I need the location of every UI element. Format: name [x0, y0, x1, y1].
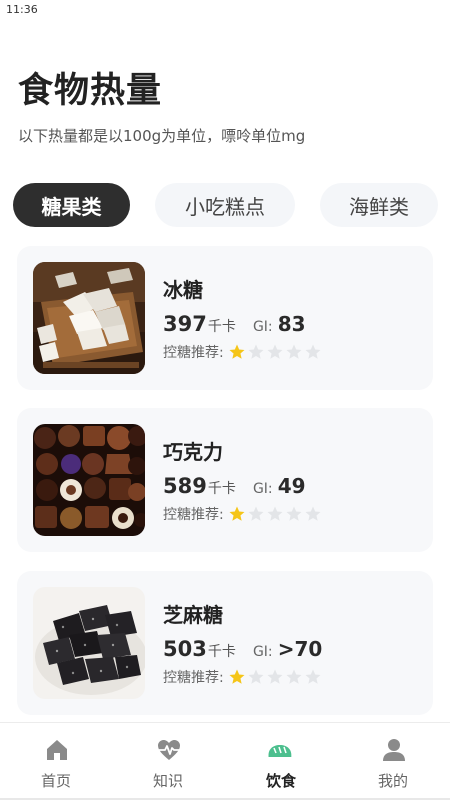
nav-item-home[interactable]: 首页 — [0, 723, 112, 800]
star-empty-icon — [286, 669, 302, 684]
sugar-control-rating: 控糖推荐: — [163, 342, 323, 362]
food-card-chocolate[interactable]: 巧克力 589千卡 GI: 49 控糖推荐: — [17, 408, 433, 552]
food-card-rock-sugar[interactable]: 冰糖 397千卡 GI: 83 控糖推荐: — [17, 246, 433, 390]
kcal-unit: 千卡 — [207, 319, 236, 335]
status-time: 11:36 — [6, 3, 38, 16]
star-empty-icon — [305, 669, 321, 684]
tab-candy[interactable]: 糖果类 — [13, 183, 130, 227]
star-filled-icon — [229, 669, 245, 684]
star-empty-icon — [286, 506, 302, 521]
kcal-unit: 千卡 — [207, 481, 236, 497]
star-empty-icon — [248, 669, 264, 684]
tab-seafood[interactable]: 海鲜类 — [320, 183, 438, 227]
star-empty-icon — [305, 344, 321, 359]
star-empty-icon — [267, 506, 283, 521]
food-name: 巧克力 — [163, 440, 223, 464]
gi-value: 49 — [277, 474, 306, 498]
food-stats: 503千卡 GI: >70 — [163, 637, 322, 663]
star-empty-icon — [248, 344, 264, 359]
kcal-unit: 千卡 — [207, 644, 236, 660]
gi-value: >70 — [277, 637, 323, 661]
bottom-nav: 首页 知识 饮食 我的 — [0, 722, 450, 800]
star-empty-icon — [267, 669, 283, 684]
nav-item-diet[interactable]: 饮食 — [225, 723, 337, 800]
screen: 11:36 食物热量 以下热量都是以100g为单位，嘌呤单位mg 糖果类 小吃糕… — [0, 0, 450, 800]
page-subtitle: 以下热量都是以100g为单位，嘌呤单位mg — [18, 127, 306, 145]
nav-label: 首页 — [40, 772, 71, 790]
page-title: 食物热量 — [18, 71, 163, 111]
home-icon — [47, 740, 67, 760]
gi-label: GI: — [252, 319, 273, 335]
recommend-label: 控糖推荐: — [163, 345, 224, 361]
star-empty-icon — [305, 506, 321, 521]
status-bar: 11:36 — [0, 0, 450, 22]
food-name: 芝麻糖 — [163, 603, 223, 627]
star-rating — [228, 343, 323, 361]
heartbeat-icon — [158, 740, 180, 760]
sesame-candy-image — [33, 587, 145, 699]
recommend-label: 控糖推荐: — [163, 507, 224, 523]
chocolate-image — [33, 424, 145, 536]
gi-value: 83 — [277, 312, 306, 336]
star-filled-icon — [229, 344, 245, 359]
nav-label: 知识 — [152, 772, 183, 790]
nav-label: 饮食 — [265, 772, 296, 790]
star-empty-icon — [267, 344, 283, 359]
tab-snacks[interactable]: 小吃糕点 — [155, 183, 295, 227]
rock-sugar-image — [33, 262, 145, 374]
food-name: 冰糖 — [163, 278, 203, 302]
gi-label: GI: — [252, 481, 273, 497]
kcal-value: 503 — [163, 637, 207, 661]
star-filled-icon — [229, 506, 245, 521]
star-empty-icon — [248, 506, 264, 521]
food-stats: 397千卡 GI: 83 — [163, 312, 306, 338]
food-stats: 589千卡 GI: 49 — [163, 474, 306, 500]
star-rating — [228, 505, 323, 523]
nav-item-profile[interactable]: 我的 — [337, 723, 449, 800]
star-empty-icon — [286, 344, 302, 359]
nav-item-knowledge[interactable]: 知识 — [112, 723, 224, 800]
nav-label: 我的 — [377, 772, 408, 790]
sugar-control-rating: 控糖推荐: — [163, 667, 323, 687]
user-icon — [383, 739, 405, 761]
gi-label: GI: — [252, 644, 273, 660]
kcal-value: 397 — [163, 312, 207, 336]
star-rating — [228, 668, 323, 686]
category-tabs: 糖果类 小吃糕点 海鲜类 — [0, 183, 450, 229]
sugar-control-rating: 控糖推荐: — [163, 504, 323, 524]
kcal-value: 589 — [163, 474, 207, 498]
recommend-label: 控糖推荐: — [163, 670, 224, 686]
food-card-sesame-candy[interactable]: 芝麻糖 503千卡 GI: >70 控糖推荐: — [17, 571, 433, 715]
bread-icon — [268, 745, 292, 757]
